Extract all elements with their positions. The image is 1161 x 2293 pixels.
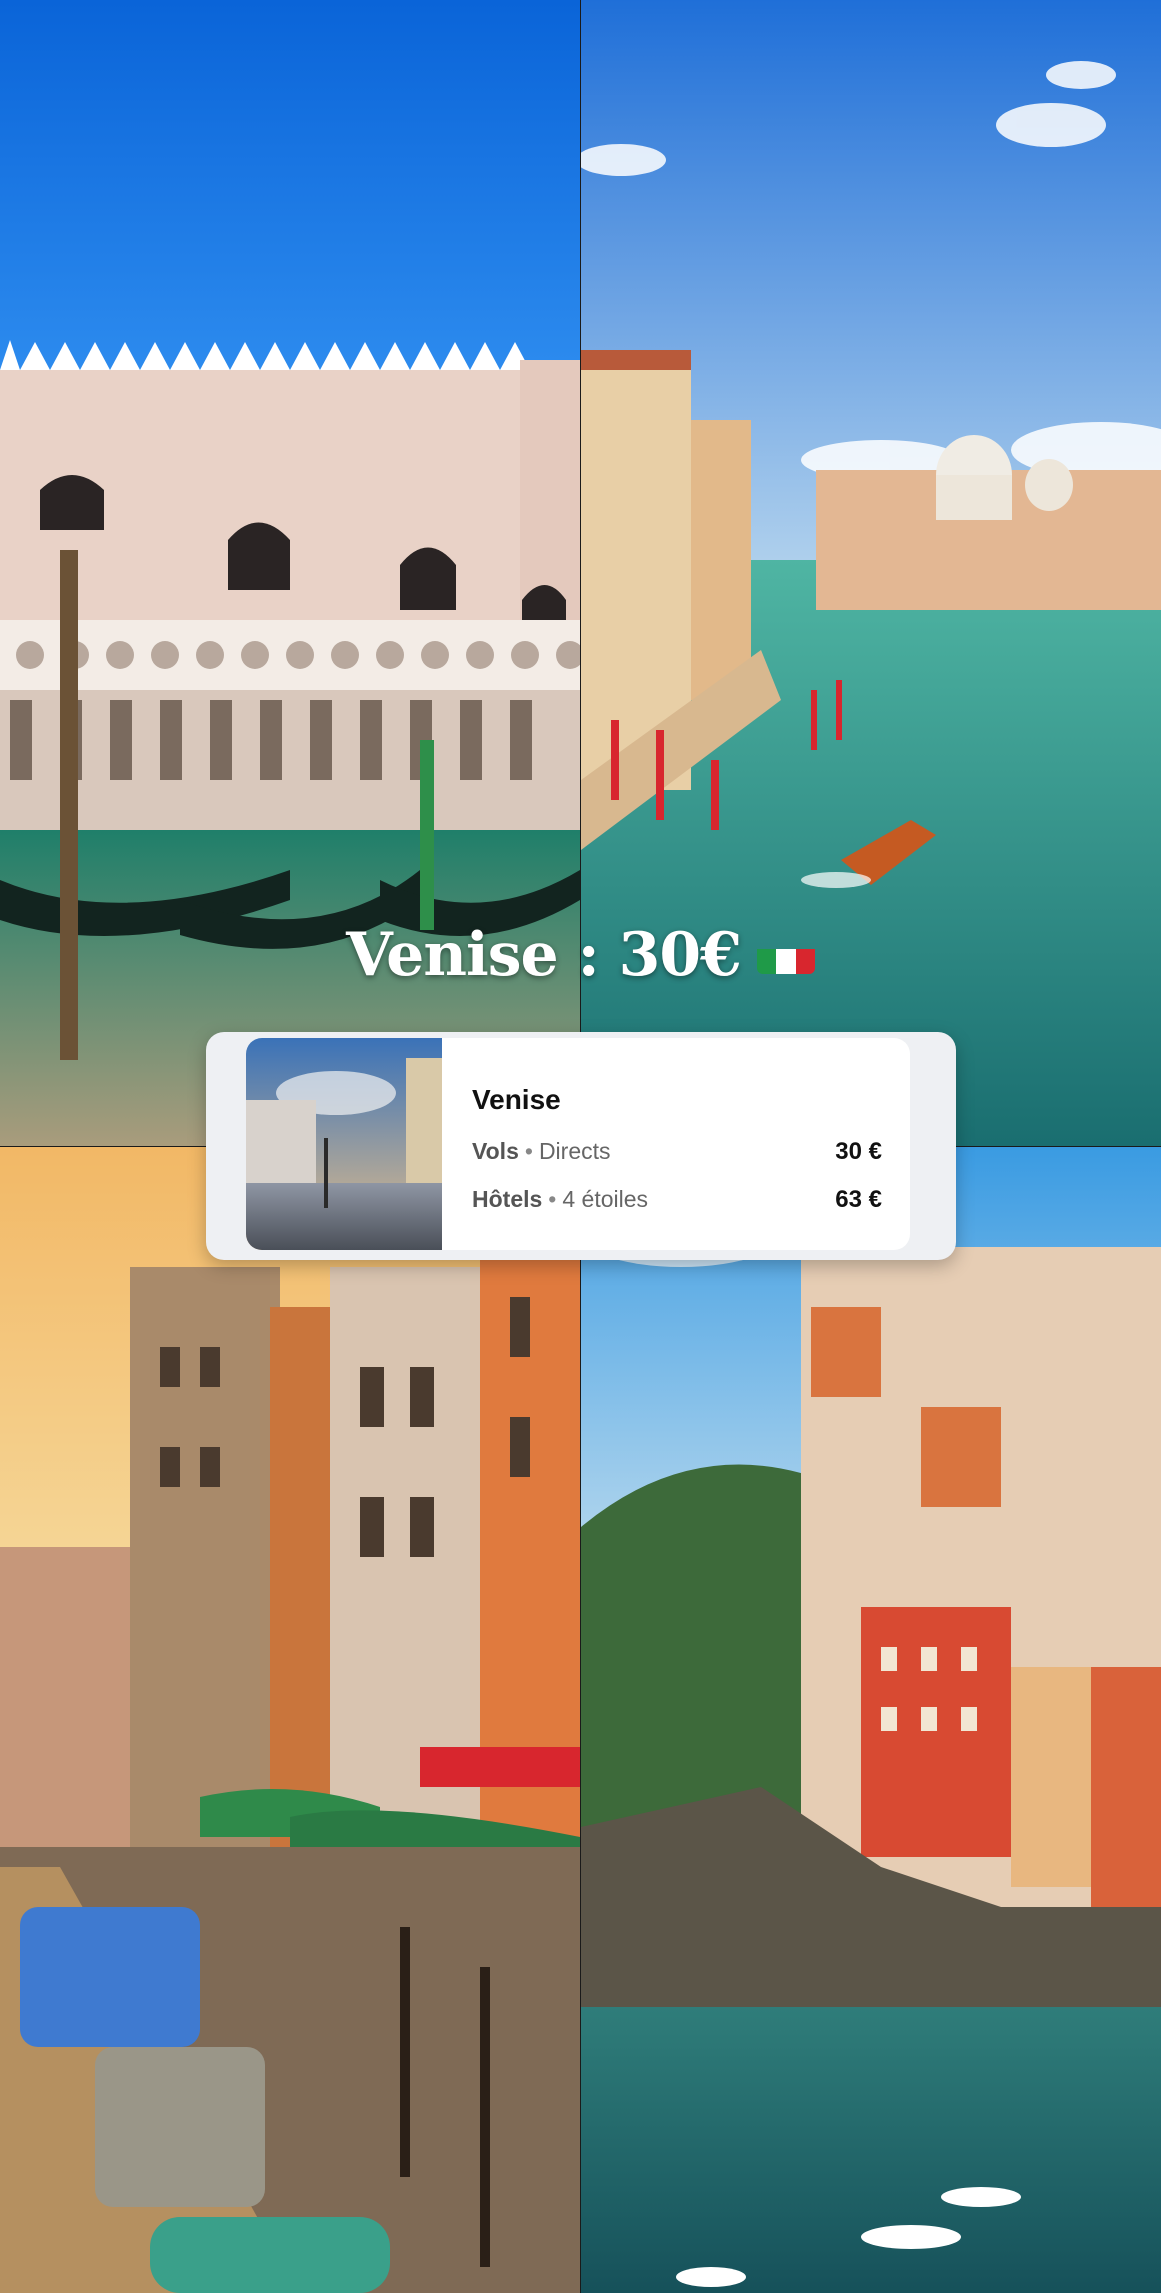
offer-card-container: Venise Vols • Directs 30 € Hôtels • 4 étoile…	[206, 1032, 956, 1260]
flights-label: Vols	[472, 1138, 519, 1164]
photo-canal-street	[0, 1147, 580, 2293]
flag-red-band	[795, 948, 815, 974]
italy-flag-icon	[756, 934, 815, 974]
hotels-row: Hôtels • 4 étoiles 63 €	[472, 1186, 882, 1213]
headline-text: Venise : 30€	[346, 920, 742, 990]
photo-cinque-terre	[581, 1147, 1161, 2293]
hotels-price: 63 €	[835, 1186, 882, 1213]
offer-card[interactable]: Venise Vols • Directs 30 € Hôtels • 4 étoile…	[246, 1038, 910, 1250]
flights-detail: Directs	[538, 1138, 611, 1164]
headline: Venise : 30€	[0, 920, 1161, 990]
card-title: Venise	[472, 1084, 561, 1115]
card-thumbnail	[246, 1038, 442, 1250]
hotels-label: Hôtels	[472, 1186, 543, 1212]
flights-price: 30 €	[835, 1138, 882, 1165]
separator-dot: •	[524, 1138, 533, 1164]
flights-row: Vols • Directs 30 €	[472, 1138, 882, 1165]
hotels-detail: 4 étoiles	[562, 1186, 649, 1212]
flag-green-band	[756, 948, 777, 974]
flag-white-band	[776, 948, 796, 974]
separator-dot: •	[548, 1186, 557, 1212]
